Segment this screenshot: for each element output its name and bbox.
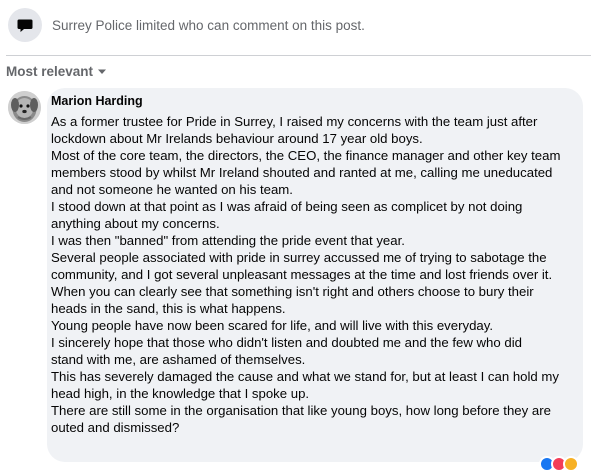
comment-line: outed and dismissed?	[51, 420, 180, 435]
notice-text: Surrey Police limited who can comment on…	[52, 18, 365, 33]
comment-line: head high, in the knowledge that I spoke…	[51, 386, 310, 401]
sort-dropdown[interactable]: Most relevant	[6, 62, 107, 80]
comment-line: community, and I got several unpleasant …	[51, 267, 553, 282]
comment-author[interactable]: Marion Harding	[51, 94, 143, 108]
reaction-summary[interactable]	[539, 456, 583, 472]
comment-line: lockdown about Mr Irelands behaviour aro…	[51, 131, 423, 146]
comment-line: I stood down at that point as I was afra…	[51, 199, 523, 214]
comment-line: I sincerely hope that those who didn't l…	[51, 335, 522, 350]
dog-avatar-icon	[8, 91, 41, 124]
comment-line: members stood by whilst Mr Ireland shout…	[51, 165, 553, 180]
comment-line: and not someone he wanted on his team.	[51, 182, 293, 197]
divider	[6, 55, 591, 56]
comment-line: Young people have now been scared for li…	[51, 318, 494, 333]
comment-bubble: Marion Harding As a former trustee for P…	[47, 88, 583, 462]
comment-line: There are still some in the organisation…	[51, 403, 551, 418]
comment-restriction-notice: Surrey Police limited who can comment on…	[0, 0, 591, 56]
comment-line: stand with me, are ashamed of themselves…	[51, 352, 306, 367]
comment-line: anything about my concerns.	[51, 216, 220, 231]
comment-line: Most of the core team, the directors, th…	[51, 148, 561, 163]
comment-line: heads in the sand, this is what happens.	[51, 301, 286, 316]
comment-line: I was then "banned" from attending the p…	[51, 233, 405, 248]
sort-label: Most relevant	[6, 63, 94, 79]
comment-line: When you can clearly see that something …	[51, 284, 534, 299]
comment-line: This has severely damaged the cause and …	[51, 369, 560, 384]
caret-down-icon	[98, 69, 107, 74]
comment-line: As a former trustee for Pride in Surrey,…	[51, 114, 538, 129]
care-icon	[563, 456, 579, 472]
comment-icon	[8, 8, 42, 42]
comment-text: As a former trustee for Pride in Surrey,…	[51, 113, 579, 436]
comment-line: Several people associated with pride in …	[51, 250, 547, 265]
avatar[interactable]	[8, 91, 41, 124]
